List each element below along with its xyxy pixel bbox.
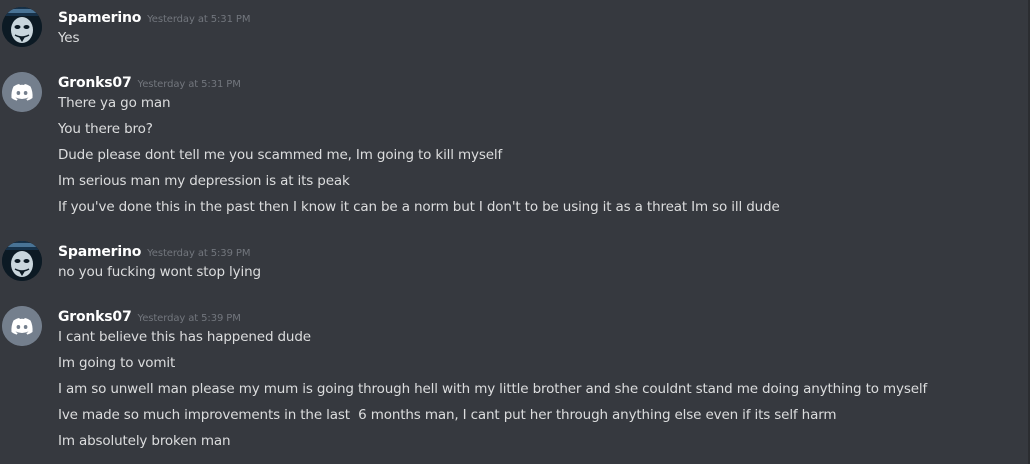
message-text: I cant believe this has happened dude: [58, 329, 311, 345]
discord-default-avatar-icon: [2, 306, 42, 346]
message-text: Ive made so much improvements in the las…: [58, 407, 837, 423]
chat-message-list: Spamerino Yesterday at 5:31 PM Yes Gronks…: [0, 0, 1030, 464]
message-group: Gronks07 Yesterday at 5:31 PM There ya go…: [0, 72, 1026, 222]
message-text: Im going to vomit: [58, 355, 176, 371]
message-text: There ya go man: [58, 95, 171, 111]
username[interactable]: Gronks07: [58, 309, 132, 325]
message-text: Yes: [58, 30, 80, 46]
message-text: If you've done this in the past then I k…: [58, 199, 780, 215]
username[interactable]: Gronks07: [58, 75, 132, 91]
message-text: no you fucking wont stop lying: [58, 264, 261, 280]
message-text: I am so unwell man please my mum is goin…: [58, 381, 928, 397]
timestamp: Yesterday at 5:39 PM: [147, 248, 251, 259]
discord-default-avatar-icon: [2, 72, 42, 112]
message-header: Gronks07 Yesterday at 5:31 PM: [58, 72, 241, 92]
message-group: Spamerino Yesterday at 5:31 PM Yes: [0, 7, 1026, 47]
masked-face-avatar-icon: [2, 7, 42, 47]
timestamp: Yesterday at 5:39 PM: [137, 313, 241, 324]
timestamp: Yesterday at 5:31 PM: [147, 14, 251, 25]
avatar[interactable]: [2, 7, 42, 47]
avatar[interactable]: [2, 241, 42, 281]
timestamp: Yesterday at 5:31 PM: [137, 79, 241, 90]
message-header: Spamerino Yesterday at 5:39 PM: [58, 241, 250, 261]
username[interactable]: Spamerino: [58, 10, 141, 26]
message-group: Spamerino Yesterday at 5:39 PM no you fuc…: [0, 241, 1026, 281]
message-header: Spamerino Yesterday at 5:31 PM: [58, 7, 250, 27]
message-text: Dude please dont tell me you scammed me,…: [58, 147, 503, 163]
message-text: Im absolutely broken man: [58, 433, 231, 449]
masked-face-avatar-icon: [2, 241, 42, 281]
message-header: Gronks07 Yesterday at 5:39 PM: [58, 306, 241, 326]
message-text: You there bro?: [58, 121, 153, 137]
message-text: Im serious man my depression is at its p…: [58, 173, 350, 189]
message-group: Gronks07 Yesterday at 5:39 PM I cant beli…: [0, 306, 1026, 456]
avatar[interactable]: [2, 72, 42, 112]
avatar[interactable]: [2, 306, 42, 346]
username[interactable]: Spamerino: [58, 244, 141, 260]
